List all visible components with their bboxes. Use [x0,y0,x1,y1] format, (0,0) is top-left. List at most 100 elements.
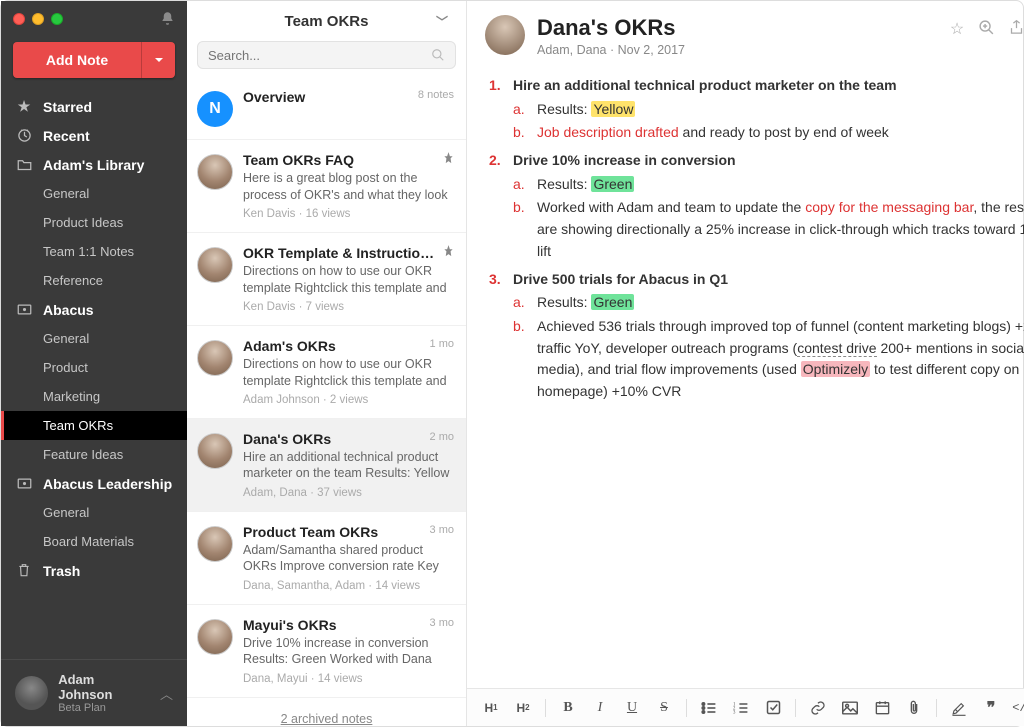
left-sidebar: Add Note ★ Starred Recent Adam's Library… [1,1,187,726]
nav-leadership-general[interactable]: General [1,498,187,527]
overview-row[interactable]: N Overview 8 notes [187,77,466,140]
star-icon[interactable]: ☆ [950,19,964,39]
share-icon[interactable] [1009,19,1024,39]
close-window-button[interactable] [13,13,25,25]
note-age: 3 mo [430,524,454,536]
doc-body[interactable]: Hire an additional technical product mar… [467,67,1024,688]
nav-starred[interactable]: ★ Starred [1,92,187,121]
nav-abacus-team-okrs[interactable]: Team OKRs [1,411,187,440]
doc-subitem[interactable]: Results: Green [513,174,1024,196]
nav-library-team-11[interactable]: Team 1:1 Notes [1,237,187,266]
strike-button[interactable]: S [650,695,678,721]
nav-abacus-general[interactable]: General [1,324,187,353]
add-note-dropdown[interactable] [141,42,175,78]
user-plan: Beta Plan [58,702,150,714]
code-button[interactable]: </> [1009,695,1024,721]
note-title: Team OKRs FAQ [243,152,452,168]
avatar [197,526,233,562]
note-title: OKR Template & Instructio… [243,245,452,261]
italic-button[interactable]: I [586,695,614,721]
h2-button[interactable]: H2 [509,695,537,721]
pin-icon [443,245,454,259]
archived-notes-link[interactable]: 2 archived notes [187,698,466,727]
notes-scroll[interactable]: N Overview 8 notes Team OKRs FAQHere is … [187,77,466,726]
doc-heading[interactable]: Drive 500 trials for Abacus in Q1Results… [485,269,1024,403]
workspace-icon [15,477,33,490]
doc-heading[interactable]: Drive 10% increase in conversionResults:… [485,150,1024,262]
h1-button[interactable]: H1 [477,695,505,721]
attachment-button[interactable] [900,695,928,721]
note-item[interactable]: Adam's OKRsDirections on how to use our … [187,326,466,419]
note-item[interactable]: OKR Template & Instructio…Directions on … [187,233,466,326]
note-item[interactable]: Dana's OKRs Hire an additional technical … [187,419,466,512]
workspace-icon [15,303,33,316]
folder-icon [15,158,33,171]
number-list-button[interactable]: 123 [727,695,755,721]
nav-label: Trash [43,563,80,579]
search-input[interactable] [208,48,431,63]
nav-leadership[interactable]: Abacus Leadership [1,469,187,498]
avatar [197,433,233,469]
formatting-toolbar: H1 H2 B I U S 123 ❞ </> A✕ [467,688,1024,726]
search-box[interactable] [197,41,456,69]
avatar [197,340,233,376]
note-title: Product Team OKRs [243,524,452,540]
add-note-button[interactable]: Add Note [13,42,175,78]
nav-label: Reference [43,273,103,288]
editor-pane: Dana's OKRs Adam, Dana · Nov 2, 2017 ☆ •… [467,1,1024,726]
nav-leadership-board[interactable]: Board Materials [1,527,187,556]
nav-trash[interactable]: Trash [1,556,187,585]
link-button[interactable] [804,695,832,721]
trash-icon [15,563,33,578]
note-item[interactable]: Team OKRs FAQHere is a great blog post o… [187,140,466,233]
nav-label: General [43,186,89,201]
note-item[interactable]: Mayui's OKRsDrive 10% increase in conver… [187,605,466,698]
doc-subitem[interactable]: Achieved 536 trials through improved top… [513,316,1024,403]
nav-recent[interactable]: Recent [1,121,187,150]
checklist-button[interactable] [759,695,787,721]
nav-label: Abacus Leadership [43,476,172,492]
list-header[interactable]: Team OKRs ﹀ [187,1,466,41]
date-button[interactable] [868,695,896,721]
doc-subitem[interactable]: Results: Yellow [513,99,1024,121]
svg-text:3: 3 [733,710,736,714]
nav-abacus-product[interactable]: Product [1,353,187,382]
doc-subitem[interactable]: Worked with Adam and team to update the … [513,197,1024,262]
note-age: 1 mo [430,338,454,350]
nav-label: Starred [43,99,92,115]
highlight-button[interactable] [945,695,973,721]
nav-library[interactable]: Adam's Library [1,150,187,179]
nav-library-reference[interactable]: Reference [1,266,187,295]
note-preview: Drive 10% increase in conversion Results… [243,635,452,669]
avatar [197,154,233,190]
nav-abacus-feature-ideas[interactable]: Feature Ideas [1,440,187,469]
current-user[interactable]: Adam Johnson Beta Plan ︿ [1,659,187,726]
note-age: 3 mo [430,617,454,629]
doc-subitem[interactable]: Job description drafted and ready to pos… [513,122,1024,144]
image-button[interactable] [836,695,864,721]
note-preview: Directions on how to use our OKR templat… [243,356,452,390]
nav-abacus-marketing[interactable]: Marketing [1,382,187,411]
doc-title[interactable]: Dana's OKRs [537,15,685,41]
note-title: Dana's OKRs [243,431,452,447]
quote-button[interactable]: ❞ [977,695,1005,721]
overview-count: 8 notes [418,89,454,101]
zoom-icon[interactable] [978,19,995,39]
nav-label: General [43,505,89,520]
notifications-icon[interactable] [160,11,175,26]
maximize-window-button[interactable] [51,13,63,25]
note-preview: Hire an additional technical product mar… [243,449,452,483]
notes-list-pane: Team OKRs ﹀ N Overview 8 notes Team OKRs… [187,1,467,726]
bullet-list-button[interactable] [695,695,723,721]
nav-label: Adam's Library [43,157,144,173]
doc-heading[interactable]: Hire an additional technical product mar… [485,75,1024,144]
minimize-window-button[interactable] [32,13,44,25]
doc-subitem[interactable]: Results: Green [513,292,1024,314]
underline-button[interactable]: U [618,695,646,721]
nav-library-product-ideas[interactable]: Product Ideas [1,208,187,237]
bold-button[interactable]: B [554,695,582,721]
nav-label: Product Ideas [43,215,123,230]
note-item[interactable]: Product Team OKRsAdam/Samantha shared pr… [187,512,466,605]
nav-abacus[interactable]: Abacus [1,295,187,324]
nav-library-general[interactable]: General [1,179,187,208]
